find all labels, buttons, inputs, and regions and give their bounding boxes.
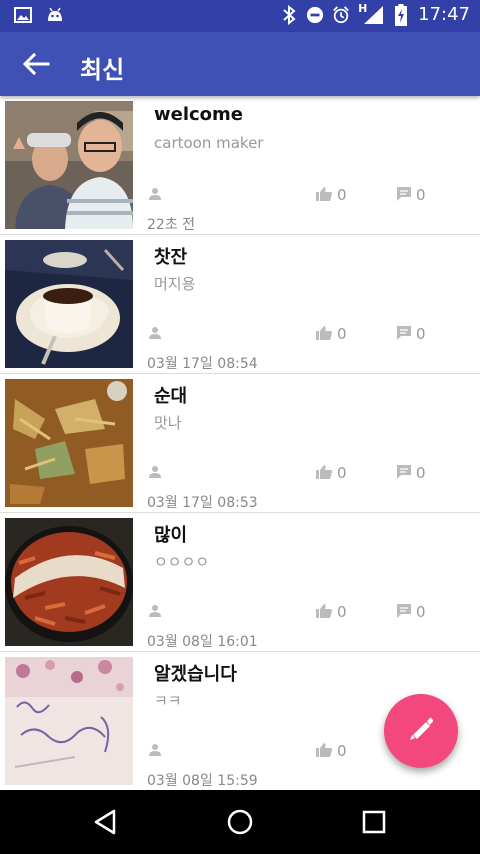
app-bar: 최신 bbox=[0, 32, 480, 96]
list-item[interactable]: 찻잔 머지용 0 0 03월 17일 08:54 bbox=[0, 235, 480, 374]
nav-recents-button[interactable] bbox=[358, 806, 390, 838]
like-count: 0 bbox=[337, 742, 347, 760]
system-nav-bar bbox=[0, 790, 480, 854]
post-subtitle: cartoon maker bbox=[154, 134, 264, 152]
battery-charging-icon bbox=[392, 3, 410, 26]
post-subtitle: ㅇㅇㅇㅇ bbox=[154, 553, 210, 571]
comment-icon[interactable] bbox=[396, 464, 412, 480]
post-timestamp: 03월 08일 16:01 bbox=[147, 634, 258, 650]
post-thumbnail[interactable] bbox=[5, 518, 133, 646]
list-item[interactable]: 많이 ㅇㅇㅇㅇ 0 0 03월 08일 16:01 bbox=[0, 513, 480, 652]
thumb-up-icon[interactable] bbox=[316, 603, 332, 619]
post-timestamp: 22초 전 bbox=[147, 217, 196, 233]
post-thumbnail[interactable] bbox=[5, 657, 133, 785]
like-count: 0 bbox=[337, 186, 347, 204]
list-item[interactable]: 순대 맛나 0 0 03월 17일 08:53 bbox=[0, 374, 480, 513]
home-circle-icon bbox=[227, 809, 253, 835]
thumb-up-icon[interactable] bbox=[316, 464, 332, 480]
thumb-up-icon[interactable] bbox=[316, 742, 332, 758]
signal-icon: H bbox=[358, 2, 384, 24]
status-bar: H 17:47 bbox=[0, 0, 480, 32]
thumb-up-icon[interactable] bbox=[316, 186, 332, 202]
arrow-back-icon bbox=[22, 52, 50, 76]
post-timestamp: 03월 08일 15:59 bbox=[147, 773, 258, 789]
comment-count: 0 bbox=[416, 186, 426, 204]
like-count: 0 bbox=[337, 464, 347, 482]
nav-home-button[interactable] bbox=[224, 806, 256, 838]
post-title: welcome bbox=[154, 104, 244, 125]
post-list[interactable]: welcome cartoon maker 0 0 22초 전 찻잔 머지용 0… bbox=[0, 96, 480, 790]
do-not-disturb-icon bbox=[306, 6, 324, 24]
status-time: 17:47 bbox=[418, 4, 470, 25]
comment-icon[interactable] bbox=[396, 603, 412, 619]
post-thumbnail[interactable] bbox=[5, 101, 133, 229]
android-icon bbox=[46, 6, 64, 24]
nav-back-button[interactable] bbox=[90, 806, 122, 838]
comment-icon[interactable] bbox=[396, 186, 412, 202]
thumb-up-icon[interactable] bbox=[316, 325, 332, 341]
alarm-icon bbox=[332, 5, 350, 24]
user-icon bbox=[149, 188, 161, 200]
post-title: 많이 bbox=[154, 525, 188, 546]
post-timestamp: 03월 17일 08:54 bbox=[147, 356, 258, 372]
post-subtitle: 머지용 bbox=[154, 275, 196, 293]
user-icon bbox=[149, 327, 161, 339]
image-icon bbox=[14, 6, 32, 24]
post-title: 찻잔 bbox=[154, 247, 188, 268]
user-icon bbox=[149, 466, 161, 478]
bluetooth-icon bbox=[280, 4, 298, 25]
user-icon bbox=[149, 744, 161, 756]
back-triangle-icon bbox=[94, 809, 116, 835]
recents-square-icon bbox=[362, 810, 386, 834]
post-timestamp: 03월 17일 08:53 bbox=[147, 495, 258, 511]
post-subtitle: ㅋㅋ bbox=[154, 692, 182, 710]
comment-count: 0 bbox=[416, 464, 426, 482]
post-subtitle: 맛나 bbox=[154, 414, 182, 432]
back-button[interactable] bbox=[20, 50, 52, 78]
post-thumbnail[interactable] bbox=[5, 240, 133, 368]
comment-count: 0 bbox=[416, 325, 426, 343]
user-icon bbox=[149, 605, 161, 617]
post-title: 알겠습니다 bbox=[154, 664, 237, 685]
like-count: 0 bbox=[337, 325, 347, 343]
page-title: 최신 bbox=[80, 56, 125, 84]
post-title: 순대 bbox=[154, 386, 188, 407]
comment-count: 0 bbox=[416, 603, 426, 621]
comment-icon[interactable] bbox=[396, 325, 412, 341]
like-count: 0 bbox=[337, 603, 347, 621]
compose-fab-button[interactable] bbox=[384, 694, 458, 768]
list-item[interactable]: welcome cartoon maker 0 0 22초 전 bbox=[0, 96, 480, 235]
edit-pencil-icon bbox=[410, 717, 434, 740]
post-thumbnail[interactable] bbox=[5, 379, 133, 507]
